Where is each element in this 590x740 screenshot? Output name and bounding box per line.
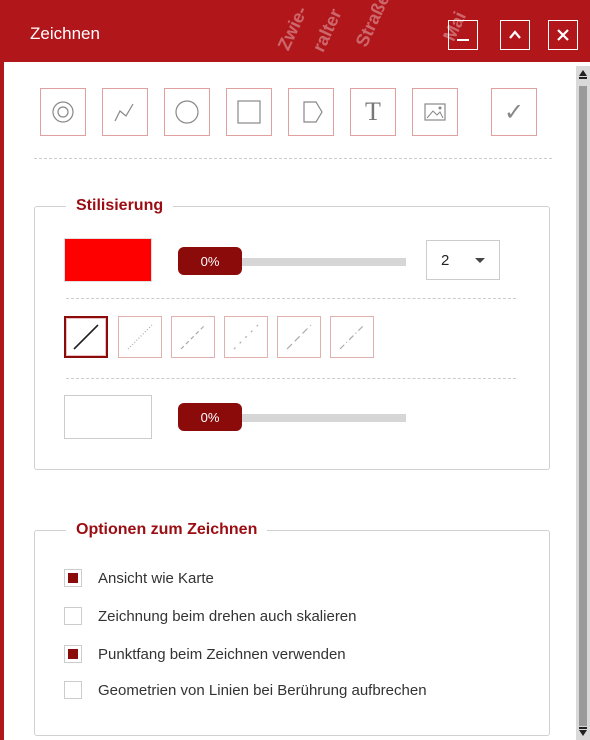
options-legend: Optionen zum Zeichnen	[66, 521, 268, 539]
window-titlebar: Zwie- ralter Straße Mai Zeichnen	[0, 0, 590, 62]
options-panel	[34, 530, 550, 736]
close-button[interactable]	[548, 20, 578, 50]
dotted-line-icon	[127, 324, 153, 350]
checkbox[interactable]	[64, 645, 82, 663]
line-style-long-dash[interactable]	[277, 316, 321, 358]
line-style-sparse[interactable]	[224, 316, 268, 358]
sparse-dash-icon	[233, 324, 259, 350]
image-icon	[424, 103, 446, 121]
slider-handle[interactable]: 0%	[178, 247, 242, 275]
long-dash-icon	[286, 324, 312, 350]
point-icon	[52, 101, 74, 123]
map-label: ralter	[308, 5, 346, 55]
circle-icon	[175, 100, 199, 124]
vertical-scrollbar[interactable]	[576, 66, 590, 740]
checkbox[interactable]	[64, 569, 82, 587]
map-label: Zwie-	[273, 3, 312, 54]
styling-divider	[66, 378, 516, 379]
option-point-snap[interactable]: Punktfang beim Zeichnen verwenden	[64, 643, 346, 665]
stroke-opacity-slider[interactable]: 0%	[178, 247, 406, 275]
chevron-up-icon	[509, 30, 521, 39]
stroke-width-select[interactable]: 2	[426, 240, 500, 280]
slider-handle[interactable]: 0%	[178, 403, 242, 431]
stroke-width-value: 2	[441, 251, 450, 269]
stroke-color-swatch[interactable]	[64, 238, 152, 282]
dash-dot-icon	[339, 324, 365, 350]
close-icon	[557, 29, 569, 41]
maximize-button[interactable]	[500, 20, 530, 50]
line-style-solid[interactable]	[64, 316, 108, 358]
text-tool-button[interactable]: T	[350, 88, 396, 136]
scroll-up-icon[interactable]	[578, 68, 588, 80]
dashed-line-icon	[180, 324, 206, 350]
toolbar-divider	[34, 158, 552, 159]
checkmark-icon: ✓	[503, 98, 525, 126]
map-label: Straße	[351, 0, 394, 50]
window-frame	[0, 62, 4, 740]
checkbox[interactable]	[64, 607, 82, 625]
confirm-button[interactable]: ✓	[491, 88, 537, 136]
scroll-down-icon[interactable]	[578, 726, 588, 738]
checkbox[interactable]	[64, 681, 82, 699]
circle-tool-button[interactable]	[164, 88, 210, 136]
fill-color-swatch[interactable]	[64, 395, 152, 439]
option-label: Punktfang beim Zeichnen verwenden	[98, 645, 346, 663]
polygon-icon	[303, 101, 323, 123]
chevron-down-icon	[475, 258, 485, 263]
window-title: Zeichnen	[30, 24, 100, 43]
line-style-dashed[interactable]	[171, 316, 215, 358]
option-scale-on-rotate[interactable]: Zeichnung beim drehen auch skalieren	[64, 605, 357, 627]
image-tool-button[interactable]	[412, 88, 458, 136]
option-label: Ansicht wie Karte	[98, 569, 214, 587]
option-view-like-map[interactable]: Ansicht wie Karte	[64, 567, 214, 589]
polyline-icon	[114, 103, 134, 122]
styling-divider	[66, 298, 516, 299]
option-label: Zeichnung beim drehen auch skalieren	[98, 607, 357, 625]
scrollbar-thumb[interactable]	[579, 86, 587, 726]
line-style-dash-dot[interactable]	[330, 316, 374, 358]
polygon-tool-button[interactable]	[288, 88, 334, 136]
styling-legend: Stilisierung	[66, 197, 174, 215]
option-label: Geometrien von Linien bei Berührung aufb…	[98, 681, 427, 699]
solid-line-icon	[73, 324, 99, 350]
polyline-tool-button[interactable]	[102, 88, 148, 136]
fill-opacity-slider[interactable]: 0%	[178, 403, 406, 431]
text-icon: T	[365, 97, 381, 126]
line-style-dotted[interactable]	[118, 316, 162, 358]
rectangle-tool-button[interactable]	[226, 88, 272, 136]
minimize-icon	[457, 39, 469, 41]
minimize-button[interactable]	[448, 20, 478, 50]
option-split-lines[interactable]: Geometrien von Linien bei Berührung aufb…	[64, 679, 427, 701]
rectangle-icon	[237, 100, 261, 124]
point-tool-button[interactable]	[40, 88, 86, 136]
